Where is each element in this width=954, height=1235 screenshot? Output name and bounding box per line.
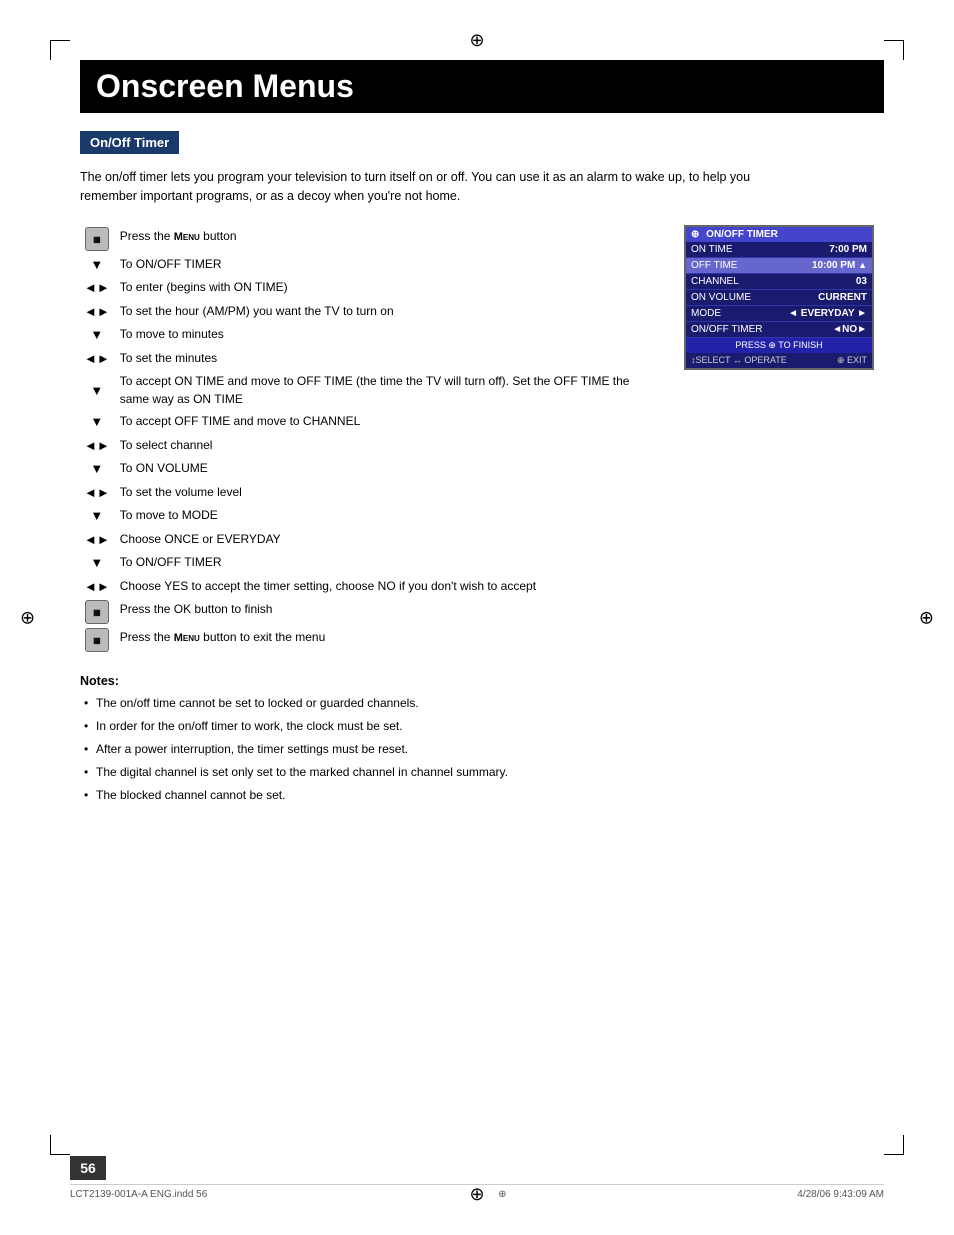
footer-right: 4/28/06 9:43:09 AM: [797, 1189, 884, 1200]
down-arrow-icon: ▼: [80, 370, 116, 410]
tv-screen-title: ⊕ ON/OFF TIMER: [686, 227, 872, 242]
step-row: ▼ To accept OFF TIME and move to CHANNEL: [80, 410, 664, 434]
step-row: ◄► To set the hour (AM/PM) you want the …: [80, 300, 664, 324]
down-arrow-icon: ▼: [80, 410, 116, 434]
lr-arrow-icon: ◄►: [80, 347, 116, 371]
lr-arrow-icon: ◄►: [80, 434, 116, 458]
step-row: ◄► To set the minutes: [80, 347, 664, 371]
step-text: To ON/OFF TIMER: [116, 551, 664, 575]
step-text: To set the volume level: [116, 481, 664, 505]
tv-screen-row-on-time: ON TIME 7:00 PM: [686, 242, 872, 258]
down-arrow-icon: ▼: [80, 323, 116, 347]
step-row: ◄► Choose YES to accept the timer settin…: [80, 575, 664, 599]
step-text: To ON/OFF TIMER: [116, 253, 664, 277]
step-text: Press the OK button to finish: [116, 598, 664, 626]
step-text: To set the hour (AM/PM) you want the TV …: [116, 300, 664, 324]
ok-btn-icon: ▦: [80, 598, 116, 626]
tv-screen-nav-left: ↕SELECT ↔ OPERATE: [691, 355, 787, 366]
step-row: ◄► To set the volume level: [80, 481, 664, 505]
step-text: Press the Menu button: [116, 225, 664, 253]
step-text: To select channel: [116, 434, 664, 458]
step-row: ▼ To accept ON TIME and move to OFF TIME…: [80, 370, 664, 410]
notes-item: The on/off time cannot be set to locked …: [80, 694, 884, 712]
step-text: To move to MODE: [116, 504, 664, 528]
step-text: To accept ON TIME and move to OFF TIME (…: [116, 370, 664, 410]
intro-text: The on/off timer lets you program your t…: [80, 168, 760, 207]
notes-item: In order for the on/off timer to work, t…: [80, 717, 884, 735]
notes-section: Notes: The on/off time cannot be set to …: [80, 674, 884, 804]
step-row: ▼ To ON/OFF TIMER: [80, 551, 664, 575]
step-text: To move to minutes: [116, 323, 664, 347]
lr-arrow-icon: ◄►: [80, 528, 116, 552]
tv-screen-row-mode: MODE ◄ EVERYDAY ►: [686, 306, 872, 322]
down-arrow-icon: ▼: [80, 253, 116, 277]
step-text: Press the Menu button to exit the menu: [116, 626, 664, 654]
notes-list: The on/off time cannot be set to locked …: [80, 694, 884, 804]
step-row: ▦ Press the OK button to finish: [80, 598, 664, 626]
step-text: Choose YES to accept the timer setting, …: [116, 575, 664, 599]
tv-screen-column: ⊕ ON/OFF TIMER ON TIME 7:00 PM OFF TIME …: [684, 225, 884, 370]
notes-item: After a power interruption, the timer se…: [80, 740, 884, 758]
step-text: To ON VOLUME: [116, 457, 664, 481]
tv-screen-nav-right: ⊕ EXIT: [837, 355, 867, 366]
tv-screen-row-on-volume: ON VOLUME CURRENT: [686, 290, 872, 306]
step-row: ▦ Press the Menu button to exit the menu: [80, 626, 664, 654]
step-row: ◄► Choose ONCE or EVERYDAY: [80, 528, 664, 552]
notes-item: The digital channel is set only set to t…: [80, 763, 884, 781]
page-title: Onscreen Menus: [80, 60, 884, 113]
lr-arrow-icon: ◄►: [80, 276, 116, 300]
step-row: ◄► To select channel: [80, 434, 664, 458]
down-arrow-icon: ▼: [80, 551, 116, 575]
menu-btn-icon: ▦: [80, 225, 116, 253]
footer: LCT2139-001A-A ENG.indd 56 ⊕ 4/28/06 9:4…: [70, 1184, 884, 1200]
footer-left: LCT2139-001A-A ENG.indd 56: [70, 1189, 207, 1200]
steps-column: ▦ Press the Menu button ▼ To ON/OFF TIME…: [80, 225, 664, 655]
down-arrow-icon: ▼: [80, 504, 116, 528]
step-row: ▦ Press the Menu button: [80, 225, 664, 253]
step-text: To enter (begins with ON TIME): [116, 276, 664, 300]
step-text: To set the minutes: [116, 347, 664, 371]
steps-table: ▦ Press the Menu button ▼ To ON/OFF TIME…: [80, 225, 664, 655]
step-text: To accept OFF TIME and move to CHANNEL: [116, 410, 664, 434]
page-number: 56: [70, 1156, 106, 1180]
step-row: ▼ To ON VOLUME: [80, 457, 664, 481]
tv-screen-row-off-time: OFF TIME 10:00 PM ▲: [686, 258, 872, 274]
tv-screen-bottom: PRESS ⊕ TO FINISH: [686, 338, 872, 353]
notes-item: The blocked channel cannot be set.: [80, 786, 884, 804]
footer-center: ⊕: [498, 1189, 506, 1200]
notes-title: Notes:: [80, 674, 884, 688]
step-row: ▼ To ON/OFF TIMER: [80, 253, 664, 277]
step-row: ▼ To move to minutes: [80, 323, 664, 347]
section-heading: On/Off Timer: [80, 131, 179, 154]
step-row: ◄► To enter (begins with ON TIME): [80, 276, 664, 300]
tv-screen-row-channel: CHANNEL 03: [686, 274, 872, 290]
lr-arrow-icon: ◄►: [80, 300, 116, 324]
tv-screen: ⊕ ON/OFF TIMER ON TIME 7:00 PM OFF TIME …: [684, 225, 874, 370]
tv-screen-row-onoff-timer: ON/OFF TIMER ◄NO►: [686, 322, 872, 338]
tv-screen-nav: ↕SELECT ↔ OPERATE ⊕ EXIT: [686, 353, 872, 368]
lr-arrow-icon: ◄►: [80, 575, 116, 599]
menu-btn2-icon: ▦: [80, 626, 116, 654]
down-arrow-icon: ▼: [80, 457, 116, 481]
step-text: Choose ONCE or EVERYDAY: [116, 528, 664, 552]
step-row: ▼ To move to MODE: [80, 504, 664, 528]
lr-arrow-icon: ◄►: [80, 481, 116, 505]
content-area: ▦ Press the Menu button ▼ To ON/OFF TIME…: [80, 225, 884, 655]
